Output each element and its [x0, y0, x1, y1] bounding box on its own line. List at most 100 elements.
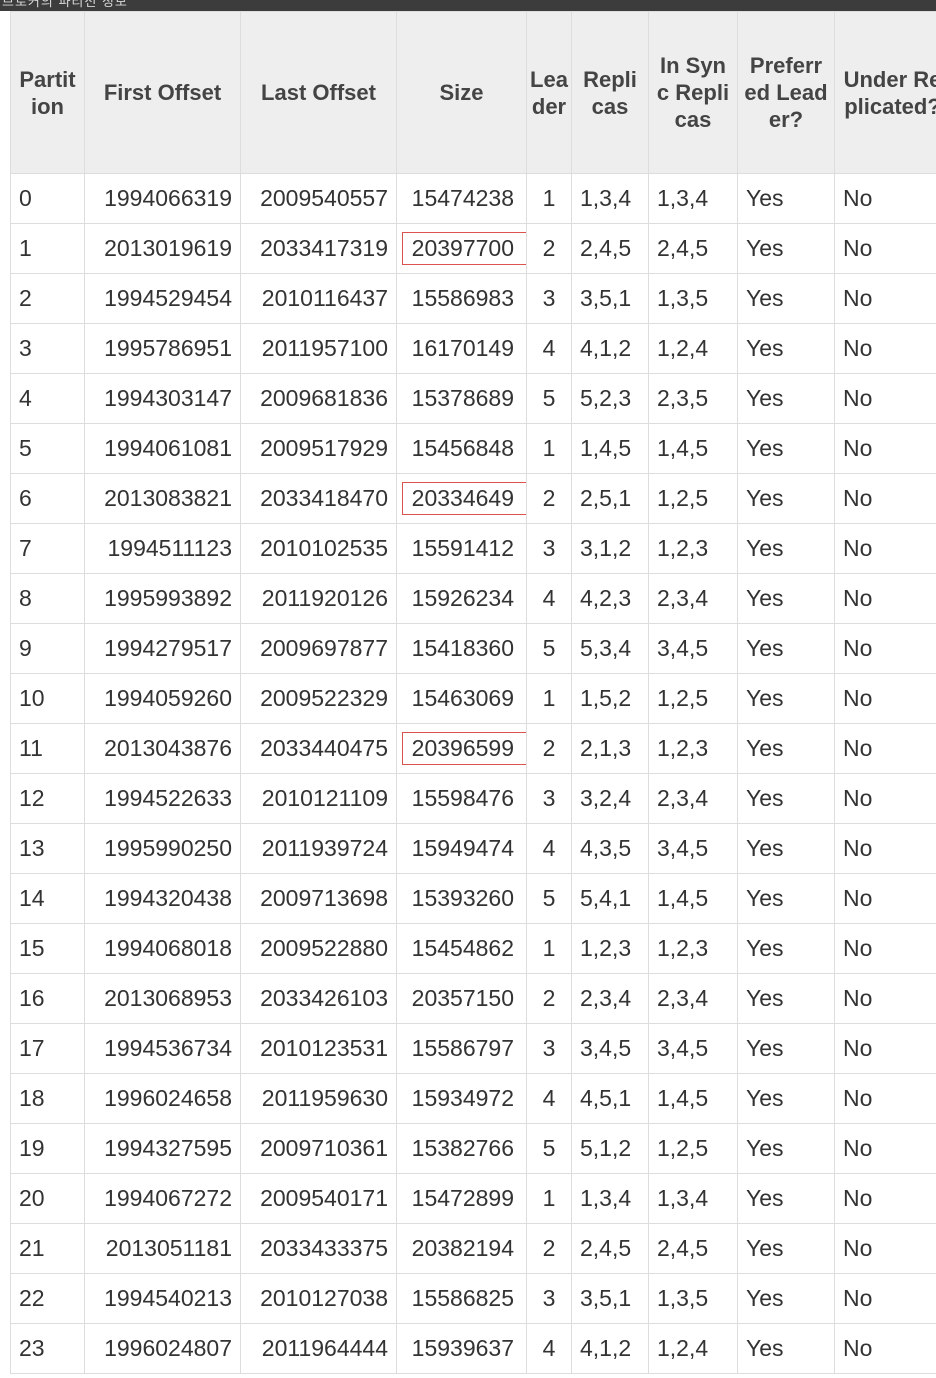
cell-preferred-leader: Yes — [737, 223, 835, 274]
cell-first-offset: 1995786951 — [84, 323, 241, 374]
cell-in-sync-replicas: 1,2,5 — [648, 1123, 738, 1174]
cell-under-replicated: No — [834, 523, 936, 574]
cell-in-sync-replicas: 1,3,5 — [648, 1273, 738, 1324]
cell-preferred-leader: Yes — [737, 173, 835, 224]
cell-partition: 4 — [10, 373, 85, 424]
cell-first-offset: 1994522633 — [84, 773, 241, 824]
cell-partition: 11 — [10, 723, 85, 774]
cell-preferred-leader: Yes — [737, 1073, 835, 1124]
table-body: 0 1994066319 2009540557 15474238 1 1,3,4 1,3,4… — [10, 173, 936, 1374]
table-row: 9 1994279517 2009697877 15418360 5 5,3,4 3,4,5… — [10, 623, 936, 674]
cell-first-offset: 1994529454 — [84, 273, 241, 324]
cell-leader: 3 — [526, 523, 572, 574]
cell-in-sync-replicas: 1,3,4 — [648, 1173, 738, 1224]
table-row: 16 2013068953 2033426103 20357150 2 2,3,4 2,3,… — [10, 973, 936, 1024]
cell-in-sync-replicas: 2,4,5 — [648, 1223, 738, 1274]
table-row: 0 1994066319 2009540557 15474238 1 1,3,4 1,3,4… — [10, 173, 936, 224]
cell-size: 15926234 — [396, 573, 527, 624]
cell-in-sync-replicas: 1,2,5 — [648, 473, 738, 524]
cell-under-replicated: No — [834, 873, 936, 924]
cell-partition: 10 — [10, 673, 85, 724]
cell-first-offset: 1994327595 — [84, 1123, 241, 1174]
cell-first-offset: 1994061081 — [84, 423, 241, 474]
cell-size: 15382766 — [396, 1123, 527, 1174]
table-row: 3 1995786951 2011957100 16170149 4 4,1,2 1,2,4… — [10, 323, 936, 374]
cell-partition: 1 — [10, 223, 85, 274]
cell-last-offset: 2009522329 — [240, 673, 397, 724]
cell-preferred-leader: Yes — [737, 973, 835, 1024]
cell-in-sync-replicas: 3,4,5 — [648, 823, 738, 874]
cell-replicas: 1,4,5 — [571, 423, 649, 474]
cell-size: 15456848 — [396, 423, 527, 474]
cell-size: 15393260 — [396, 873, 527, 924]
cell-last-offset: 2009540557 — [240, 173, 397, 224]
cell-preferred-leader: Yes — [737, 1223, 835, 1274]
cell-size: 15472899 — [396, 1173, 527, 1224]
cell-in-sync-replicas: 1,3,5 — [648, 273, 738, 324]
cell-last-offset: 2033426103 — [240, 973, 397, 1024]
cell-last-offset: 2033418470 — [240, 473, 397, 524]
table-row: 17 1994536734 2010123531 15586797 3 3,4,5 3,4,… — [10, 1023, 936, 1074]
cell-under-replicated: No — [834, 1273, 936, 1324]
cell-partition: 6 — [10, 473, 85, 524]
cell-size-value: 20334649 — [411, 485, 514, 511]
cell-replicas: 3,1,2 — [571, 523, 649, 574]
partition-table: Partition First Offset Last Offset Size … — [10, 11, 936, 1374]
table-row: 18 1996024658 2011959630 15934972 4 4,5,1 1,4,… — [10, 1073, 936, 1124]
cell-replicas: 1,3,4 — [571, 1173, 649, 1224]
cell-preferred-leader: Yes — [737, 1273, 835, 1324]
cell-leader: 4 — [526, 1323, 572, 1374]
cell-replicas: 1,5,2 — [571, 673, 649, 724]
table-row: 19 1994327595 2009710361 15382766 5 5,1,2 1,2,… — [10, 1123, 936, 1174]
cell-partition: 16 — [10, 973, 85, 1024]
cell-partition: 21 — [10, 1223, 85, 1274]
cell-first-offset: 1994066319 — [84, 173, 241, 224]
cell-first-offset: 1994540213 — [84, 1273, 241, 1324]
cell-partition: 19 — [10, 1123, 85, 1174]
cell-under-replicated: No — [834, 473, 936, 524]
cell-leader: 1 — [526, 673, 572, 724]
cell-in-sync-replicas: 1,2,3 — [648, 923, 738, 974]
top-bar-text: 브로커의 파티션 정보 — [2, 0, 128, 9]
cell-leader: 5 — [526, 373, 572, 424]
header-size: Size — [396, 11, 527, 174]
cell-replicas: 5,3,4 — [571, 623, 649, 674]
cell-last-offset: 2011957100 — [240, 323, 397, 374]
cell-size-value: 20396599 — [411, 735, 514, 761]
cell-size: 15591412 — [396, 523, 527, 574]
cell-in-sync-replicas: 2,3,5 — [648, 373, 738, 424]
cell-partition: 17 — [10, 1023, 85, 1074]
cell-size: 20396599 — [396, 723, 527, 774]
cell-under-replicated: No — [834, 723, 936, 774]
cell-leader: 4 — [526, 323, 572, 374]
cell-under-replicated: No — [834, 573, 936, 624]
cell-preferred-leader: Yes — [737, 1173, 835, 1224]
cell-preferred-leader: Yes — [737, 473, 835, 524]
cell-last-offset: 2010123531 — [240, 1023, 397, 1074]
cell-preferred-leader: Yes — [737, 1323, 835, 1374]
cell-under-replicated: No — [834, 823, 936, 874]
cell-last-offset: 2033433375 — [240, 1223, 397, 1274]
cell-size: 20382194 — [396, 1223, 527, 1274]
table-row: 8 1995993892 2011920126 15926234 4 4,2,3 2,3,4… — [10, 573, 936, 624]
cell-first-offset: 2013051181 — [84, 1223, 241, 1274]
cell-size: 15586825 — [396, 1273, 527, 1324]
cell-preferred-leader: Yes — [737, 1023, 835, 1074]
cell-last-offset: 2009522880 — [240, 923, 397, 974]
cell-last-offset: 2009540171 — [240, 1173, 397, 1224]
cell-preferred-leader: Yes — [737, 573, 835, 624]
cell-preferred-leader: Yes — [737, 423, 835, 474]
cell-leader: 2 — [526, 223, 572, 274]
header-row: Partition First Offset Last Offset Size … — [10, 11, 936, 174]
cell-leader: 2 — [526, 1223, 572, 1274]
cell-under-replicated: No — [834, 1023, 936, 1074]
cell-leader: 2 — [526, 973, 572, 1024]
cell-size: 15598476 — [396, 773, 527, 824]
table-row: 14 1994320438 2009713698 15393260 5 5,4,1 1,4,… — [10, 873, 936, 924]
cell-size: 20357150 — [396, 973, 527, 1024]
cell-in-sync-replicas: 2,3,4 — [648, 573, 738, 624]
cell-partition: 15 — [10, 923, 85, 974]
cell-partition: 20 — [10, 1173, 85, 1224]
cell-replicas: 3,2,4 — [571, 773, 649, 824]
cell-leader: 2 — [526, 723, 572, 774]
